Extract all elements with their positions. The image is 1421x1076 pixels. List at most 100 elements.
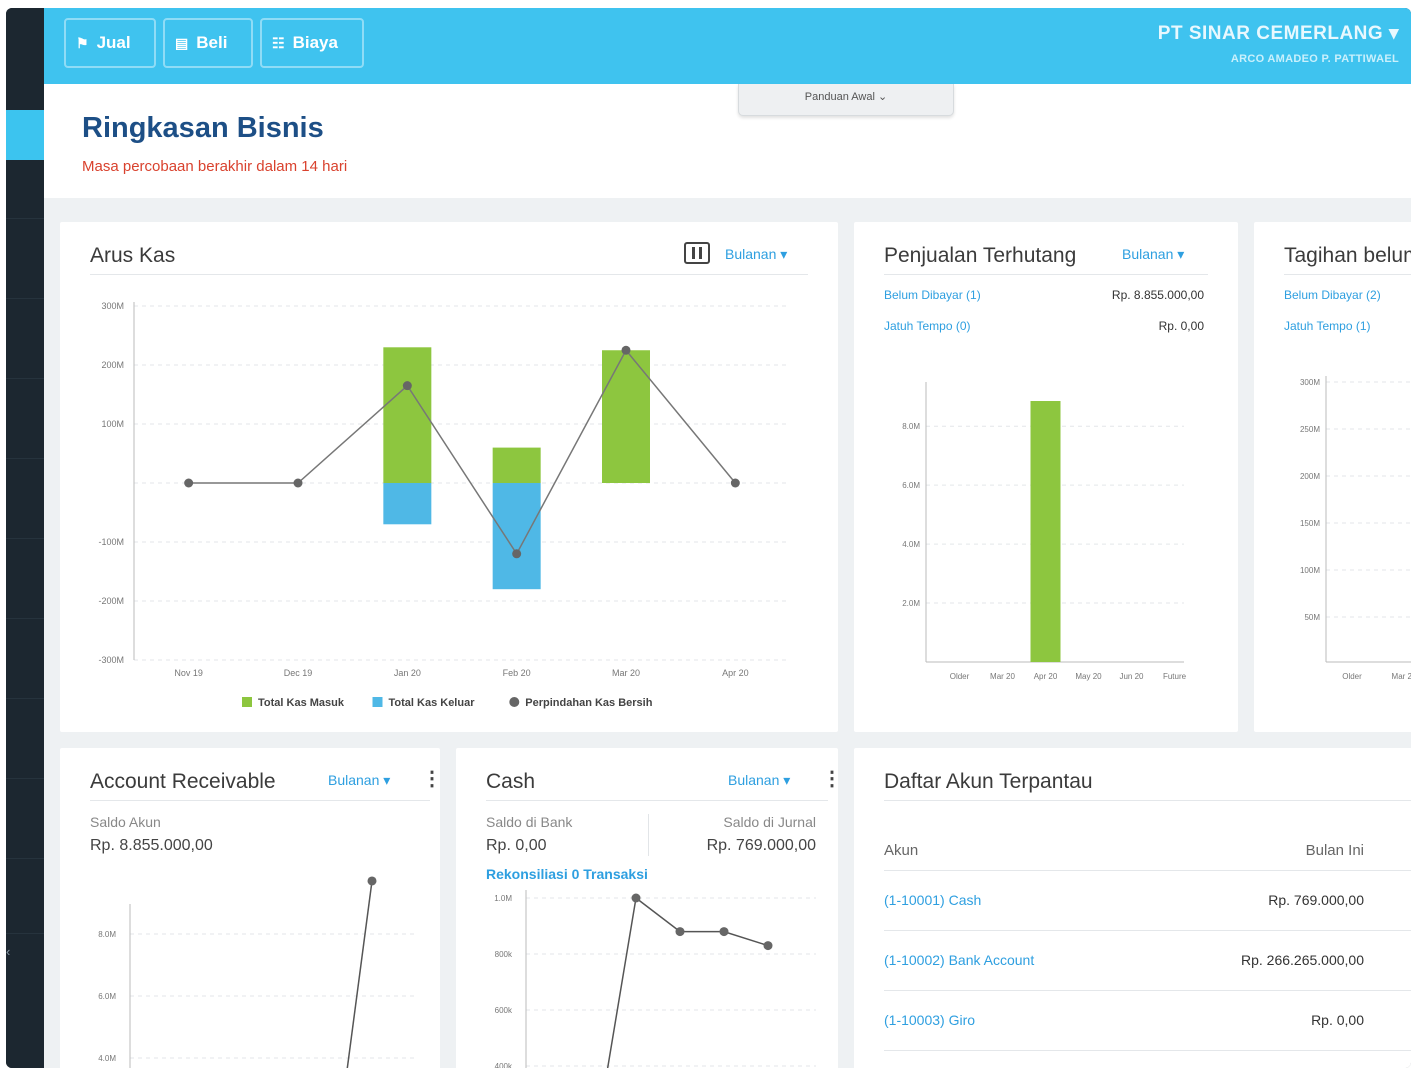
x-tick-label: Mar 20 bbox=[612, 668, 640, 678]
y-tick-label: 600k bbox=[495, 1006, 513, 1015]
y-tick-label: 8.0M bbox=[98, 930, 116, 939]
ar-card: Account Receivable Bulanan ▾ ⋮ Saldo Aku… bbox=[60, 748, 440, 1068]
company-name: PT SINAR CEMERLANG bbox=[1157, 23, 1384, 44]
cash-card: Cash Bulanan ▾ ⋮ Saldo di Bank Rp. 0,00 … bbox=[456, 748, 838, 1068]
daftar-akun-card: Daftar Akun Terpantau Akun Bulan Ini (1-… bbox=[854, 748, 1411, 1068]
sidebar-divider bbox=[6, 778, 44, 779]
cash-point bbox=[631, 893, 641, 903]
sidebar-divider bbox=[6, 538, 44, 539]
y-tick-label: 150M bbox=[1300, 519, 1320, 528]
sidebar-item-active[interactable] bbox=[6, 110, 44, 160]
row-divider bbox=[884, 990, 1411, 991]
account-link[interactable]: (1-10003) Giro bbox=[884, 1012, 975, 1028]
y-tick-label: 400k bbox=[495, 1062, 513, 1068]
col-bulan-ini-header: Bulan Ini bbox=[1305, 842, 1364, 859]
trial-notice: Masa percobaan berakhir dalam 14 hari bbox=[82, 158, 348, 175]
sidebar-divider bbox=[6, 458, 44, 459]
y-tick-label: 200M bbox=[101, 360, 124, 370]
y-tick-label: 2.0M bbox=[902, 599, 920, 608]
header-bar: ⚑ Jual ▤ Beli ☷ Biaya PT SINAR CEMERLANG… bbox=[44, 8, 1411, 84]
jual-button[interactable]: ⚑ Jual bbox=[64, 18, 156, 68]
ar-chart: 8.0M 6.0M 4.0M bbox=[98, 876, 415, 1068]
legend-marker bbox=[509, 697, 520, 707]
y-tick-label: 300M bbox=[1300, 378, 1320, 387]
account-amount: Rp. 266.265.000,00 bbox=[1241, 952, 1364, 968]
sidebar-divider bbox=[6, 378, 44, 379]
jual-label: Jual bbox=[96, 33, 131, 52]
net-cash-point bbox=[402, 381, 412, 391]
net-cash-point bbox=[293, 478, 303, 488]
ar-point bbox=[367, 876, 377, 886]
x-tick-label: Mar 20 bbox=[1392, 672, 1411, 681]
sidebar-divider bbox=[6, 298, 44, 299]
account-amount: Rp. 0,00 bbox=[1311, 1012, 1364, 1028]
cash-point bbox=[763, 941, 773, 951]
y-tick-label: 1.0M bbox=[494, 894, 512, 903]
row-divider bbox=[884, 1050, 1411, 1051]
table-header-divider bbox=[884, 870, 1411, 871]
kas-masuk-bar bbox=[492, 447, 541, 483]
y-tick-label: 4.0M bbox=[902, 540, 920, 549]
beli-button[interactable]: ▤ Beli bbox=[163, 18, 253, 68]
y-tick-label: 100M bbox=[101, 419, 124, 429]
bar bbox=[1030, 401, 1061, 662]
cash-line bbox=[606, 896, 769, 1068]
x-tick-label: Nov 19 bbox=[174, 668, 203, 678]
tagihan-chart: 300M 250M 200M 150M 100M 50M Older Mar 20 bbox=[1300, 376, 1411, 681]
legend-label: Total Kas Masuk bbox=[258, 697, 345, 709]
net-cash-point bbox=[621, 345, 631, 355]
legend-label: Perpindahan Kas Bersih bbox=[525, 697, 652, 709]
sidebar: ‹ bbox=[6, 8, 44, 1068]
company-switcher[interactable]: PT SINAR CEMERLANG ▾ ARCO AMADEO P. PATT… bbox=[1158, 22, 1399, 65]
x-tick-label: Feb 20 bbox=[503, 668, 531, 678]
x-tick-label: Future bbox=[1163, 672, 1187, 681]
biaya-label: Biaya bbox=[292, 33, 338, 52]
sidebar-divider bbox=[6, 618, 44, 619]
main-content: Ringkasan Bisnis Masa percobaan berakhir… bbox=[44, 84, 1411, 1068]
account-link[interactable]: (1-10001) Cash bbox=[884, 892, 981, 908]
account-link[interactable]: (1-10002) Bank Account bbox=[884, 952, 1034, 968]
y-tick-label: 200M bbox=[1300, 472, 1320, 481]
y-tick-label: 250M bbox=[1300, 425, 1320, 434]
sidebar-collapse-icon[interactable]: ‹ bbox=[6, 944, 16, 959]
col-akun-header: Akun bbox=[884, 842, 919, 859]
legend-marker bbox=[372, 697, 383, 707]
net-cash-line bbox=[188, 348, 736, 556]
account-amount: Rp. 769.000,00 bbox=[1268, 892, 1364, 908]
x-tick-label: Older bbox=[1342, 672, 1362, 681]
title-area: Ringkasan Bisnis Masa percobaan berakhir… bbox=[44, 84, 1411, 198]
sidebar-divider bbox=[6, 218, 44, 219]
x-tick-label: Mar 20 bbox=[990, 672, 1015, 681]
ar-line bbox=[346, 880, 373, 1068]
guide-tab[interactable]: Panduan Awal ⌄ bbox=[738, 84, 954, 116]
penjualan-chart: 8.0M 6.0M 4.0M 2.0M Older Mar 20 Apr 20 May 20 J… bbox=[902, 382, 1187, 681]
net-cash-point bbox=[184, 478, 194, 488]
sidebar-divider bbox=[6, 933, 44, 934]
y-tick-label: 300M bbox=[101, 301, 124, 311]
cash-chart: 1.0M 800k 600k 400k bbox=[494, 890, 816, 1068]
row-divider bbox=[884, 930, 1411, 931]
x-tick-label: Older bbox=[950, 672, 970, 681]
legend-label: Total Kas Keluar bbox=[389, 697, 476, 709]
page-title: Ringkasan Bisnis bbox=[82, 112, 324, 144]
cash-point bbox=[675, 927, 685, 937]
y-tick-label: 800k bbox=[495, 950, 513, 959]
tag-icon: ⚑ bbox=[76, 34, 89, 51]
net-cash-point bbox=[730, 478, 740, 488]
penjualan-card: Penjualan Terhutang Bulanan ▾ Belum Diba… bbox=[854, 222, 1238, 732]
x-tick-label: Dec 19 bbox=[284, 668, 313, 678]
app-window: ‹ ⚑ Jual ▤ Beli ☷ Biaya PT SINAR CEMERLA… bbox=[6, 8, 1411, 1068]
cash-point bbox=[719, 927, 729, 937]
sidebar-divider bbox=[6, 698, 44, 699]
arus-kas-chart: 300M 200M 100M -100M -200M -300M Nov 19 Dec 19 J… bbox=[98, 301, 790, 709]
x-tick-label: Jan 20 bbox=[394, 668, 421, 678]
tagihan-card: Tagihan belum Belum Dibayar (2) Jatuh Te… bbox=[1254, 222, 1411, 732]
x-tick-label: Apr 20 bbox=[722, 668, 749, 678]
user-name: ARCO AMADEO P. PATTIWAEL bbox=[1230, 53, 1399, 65]
y-tick-label: 8.0M bbox=[902, 422, 920, 431]
y-tick-label: 100M bbox=[1300, 566, 1320, 575]
guide-label: Panduan Awal bbox=[804, 91, 875, 103]
x-tick-label: May 20 bbox=[1075, 672, 1102, 681]
biaya-button[interactable]: ☷ Biaya bbox=[260, 18, 364, 68]
kas-keluar-bar bbox=[383, 483, 432, 525]
